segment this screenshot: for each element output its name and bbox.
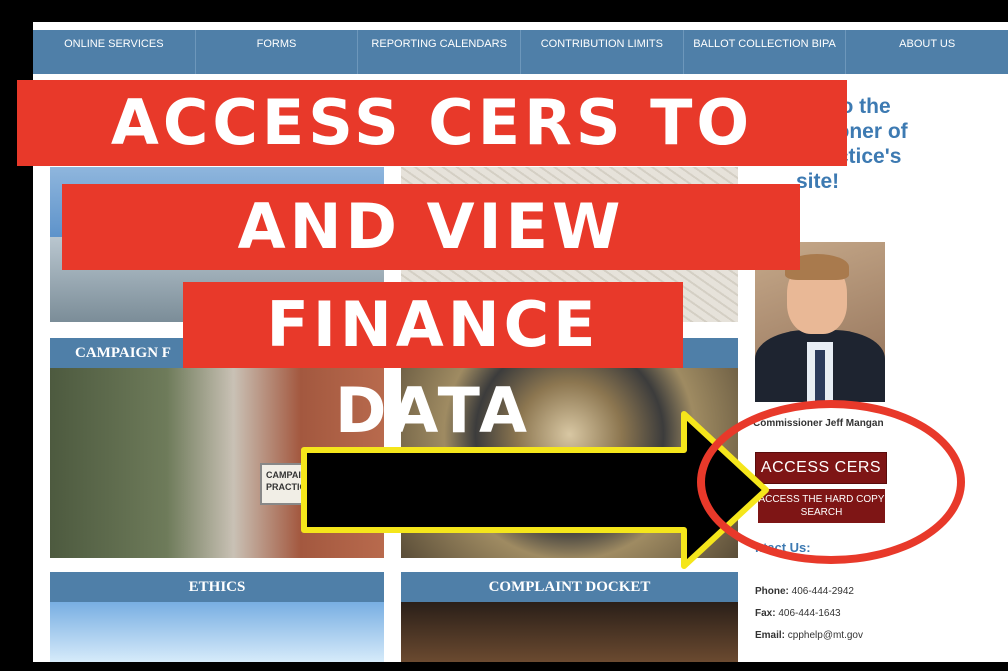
nav-about-us[interactable]: ABOUT US <box>846 30 1008 74</box>
ethics-photo[interactable] <box>50 602 384 662</box>
nav-forms[interactable]: FORMS <box>196 30 359 74</box>
phone-info: Phone: 406-444-2942 <box>755 586 854 597</box>
highlight-oval <box>697 400 965 564</box>
nav-ballot-collection[interactable]: BALLOT COLLECTION BIPA <box>684 30 847 74</box>
phone-label: Phone: <box>755 586 789 597</box>
headline-line-3: FINANCE DATA <box>183 282 683 447</box>
nav-contribution-limits[interactable]: CONTRIBUTION LIMITS <box>521 30 684 74</box>
email-info: Email: cpphelp@mt.gov <box>755 630 863 641</box>
email-link[interactable]: cpphelp@mt.gov <box>788 630 863 641</box>
headline-line-2: AND VIEW CAMPAIGN <box>62 184 800 349</box>
ethics-header[interactable]: ETHICS <box>50 572 384 602</box>
nav-online-services[interactable]: ONLINE SERVICES <box>33 30 196 74</box>
headline-line-1: ACCESS CERS TO ENTER <box>17 80 847 245</box>
video-frame: ONLINE SERVICES FORMS REPORTING CALENDAR… <box>0 0 1008 671</box>
phone-number: 406-444-2942 <box>791 586 854 597</box>
fax-number: 406-444-1643 <box>778 608 841 619</box>
fax-label: Fax: <box>755 608 776 619</box>
complaint-docket-header[interactable]: COMPLAINT DOCKET <box>401 572 738 602</box>
nav-reporting-calendars[interactable]: REPORTING CALENDARS <box>358 30 522 74</box>
main-nav: ONLINE SERVICES FORMS REPORTING CALENDAR… <box>33 30 1008 74</box>
email-label: Email: <box>755 630 786 641</box>
fax-info: Fax: 406-444-1643 <box>755 608 841 619</box>
complaint-docket-photo[interactable] <box>401 602 738 662</box>
